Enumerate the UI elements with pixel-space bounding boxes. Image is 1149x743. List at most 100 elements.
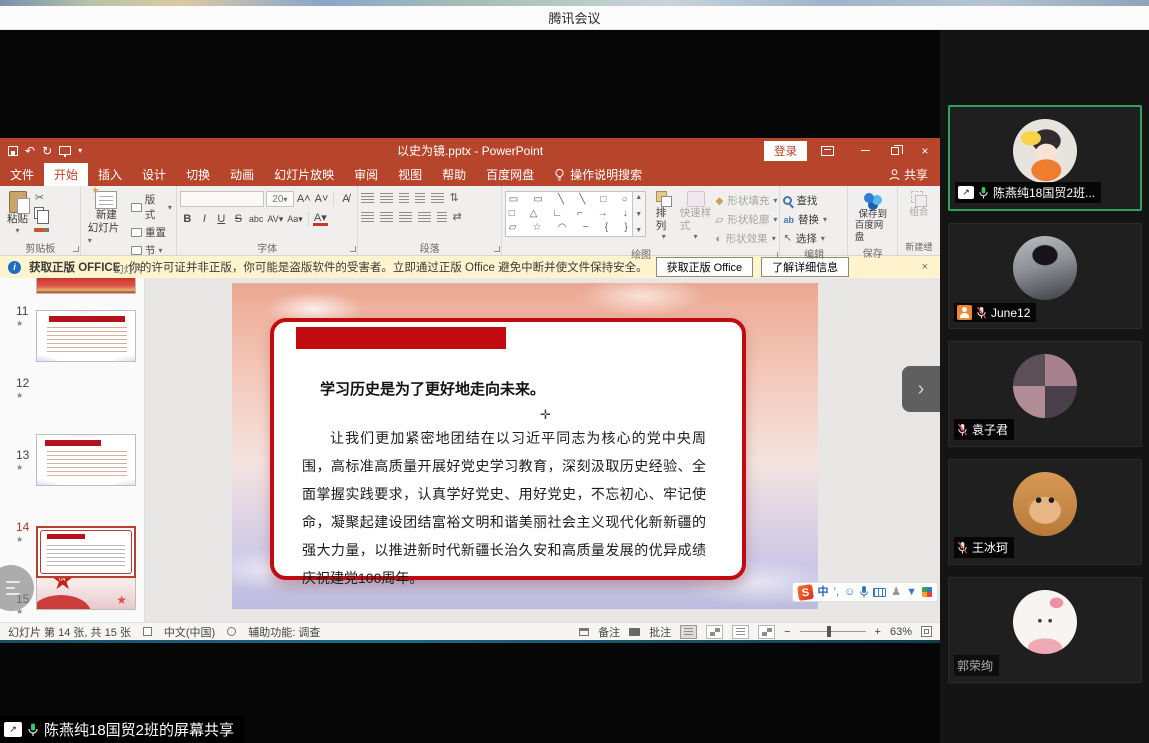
login-button[interactable]: 登录 (764, 141, 807, 161)
reading-view-button[interactable] (732, 625, 749, 639)
thumbnail-slide-12[interactable] (36, 434, 136, 486)
select-button[interactable]: ↖选择▾ (783, 231, 827, 246)
shapes-scroll-arrows[interactable]: ▲▼▼ (633, 191, 646, 237)
tab-help[interactable]: 帮助 (432, 163, 476, 186)
tab-home[interactable]: 开始 (44, 163, 88, 186)
save-to-netdisk-button[interactable]: 保存到 百度网盘 (851, 189, 895, 245)
smartart-convert-icon[interactable]: ⇄ (453, 211, 462, 223)
thumbnail-slide-11[interactable] (36, 310, 136, 362)
layout-button[interactable]: 版式▾ (131, 192, 172, 222)
paste-button[interactable]: 粘贴 ▾ (3, 189, 32, 237)
italic-button[interactable]: I (197, 213, 212, 225)
slide-title-bar-shape[interactable] (296, 327, 506, 349)
save-icon[interactable] (8, 146, 18, 156)
character-spacing-button[interactable]: AV▾ (266, 214, 284, 225)
zoom-slider[interactable] (800, 631, 866, 632)
warning-close-icon[interactable]: × (922, 261, 932, 273)
slide-body-text[interactable]: 让我们更加紧密地团结在以习近平同志为核心的党中央周围，高标准高质量开展好党史学习… (302, 424, 706, 592)
fit-slide-icon[interactable] (921, 626, 932, 637)
tell-me-search[interactable]: 操作说明搜索 (544, 163, 652, 186)
zoom-slider-thumb[interactable] (827, 626, 831, 637)
bullets-icon[interactable] (361, 193, 374, 203)
find-button[interactable]: 查找 (783, 193, 827, 208)
slide-sorter-view-button[interactable] (706, 625, 723, 639)
notes-toggle[interactable]: 备注 (598, 624, 620, 640)
tab-animations[interactable]: 动画 (220, 163, 264, 186)
share-button[interactable]: 共享 (877, 163, 940, 186)
ime-mode-indicator[interactable]: 中 (818, 587, 829, 598)
tab-design[interactable]: 设计 (132, 163, 176, 186)
line-spacing-icon[interactable] (431, 193, 444, 203)
reset-button[interactable]: 重置 (131, 225, 172, 240)
shape-fill-button[interactable]: ◆形状填充▾ (715, 193, 777, 208)
increase-font-icon[interactable]: A˄ (296, 193, 312, 205)
accessibility-status[interactable]: 辅助功能: 调查 (248, 624, 320, 640)
next-panel-arrow-button[interactable]: › (902, 366, 940, 412)
tab-transitions[interactable]: 切换 (176, 163, 220, 186)
participant-tile[interactable]: June12 (948, 223, 1142, 329)
shape-effects-button[interactable]: ◐形状效果▾ (715, 231, 777, 246)
bold-button[interactable]: B (180, 213, 195, 225)
zoom-in-icon[interactable]: + (875, 626, 881, 638)
clipboard-dialog-launcher-icon[interactable] (73, 246, 79, 252)
ime-grid-icon[interactable] (922, 587, 932, 597)
quick-styles-button[interactable]: 快速样式▾ (676, 189, 716, 244)
tab-slideshow[interactable]: 幻灯片放映 (264, 163, 344, 186)
change-case-button[interactable]: Aa▾ (286, 214, 304, 225)
align-right-icon[interactable] (399, 212, 412, 222)
align-left-icon[interactable] (361, 212, 374, 222)
justify-icon[interactable] (418, 212, 431, 222)
paragraph-dialog-launcher-icon[interactable] (494, 246, 500, 252)
shapes-gallery[interactable]: ▭▭╲╲□○ □△∟⌐→↓ ▱☆◠~{} (505, 191, 633, 237)
language-indicator[interactable]: 中文(中国) (164, 624, 215, 640)
tab-insert[interactable]: 插入 (88, 163, 132, 186)
shape-outline-button[interactable]: ▱形状轮廓▾ (715, 212, 777, 227)
numbering-icon[interactable] (380, 193, 393, 203)
slideshow-view-button[interactable] (758, 625, 775, 639)
replace-button[interactable]: ab替换▾ (783, 212, 827, 227)
copy-icon[interactable] (34, 207, 44, 219)
new-slide-button[interactable]: 新建 幻灯片 ▾ (84, 189, 129, 249)
restore-button[interactable] (880, 138, 910, 163)
slide-14[interactable]: 学习历史是为了更好地走向未来。 让我们更加紧密地团结在以习近平同志为核心的党中央… (232, 283, 818, 609)
font-name-select[interactable] (180, 191, 264, 207)
collapse-ribbon-icon[interactable]: ⌃ (926, 242, 934, 253)
format-painter-icon[interactable] (34, 228, 45, 232)
thumbnail-slide-14-selected[interactable] (36, 526, 136, 578)
zoom-level[interactable]: 63% (890, 626, 912, 638)
tab-baidu-netdisk[interactable]: 百度网盘 (476, 163, 544, 186)
clear-formatting-icon[interactable]: A̸ (338, 193, 353, 205)
cut-button[interactable]: ✂ (34, 192, 45, 204)
redo-icon[interactable]: ↻ (42, 145, 52, 157)
text-shadow-button[interactable]: abc (248, 214, 265, 224)
undo-icon[interactable]: ↶ (25, 145, 35, 157)
ime-punctuation-icon[interactable]: ’, (834, 587, 840, 598)
font-dialog-launcher-icon[interactable] (350, 246, 356, 252)
minimize-button[interactable] (850, 138, 880, 163)
align-center-icon[interactable] (380, 212, 393, 222)
underline-button[interactable]: U (214, 213, 229, 225)
zoom-out-icon[interactable]: − (784, 626, 790, 638)
section-button[interactable]: 节▾ (131, 243, 172, 258)
comments-toggle[interactable]: 批注 (649, 624, 671, 640)
ime-voice-icon[interactable] (860, 586, 868, 598)
slide-heading[interactable]: 学习历史是为了更好地走向未来。 (320, 378, 545, 399)
tab-file[interactable]: 文件 (0, 163, 44, 186)
columns-icon[interactable] (437, 212, 447, 222)
participant-tile[interactable]: 郭荣绚 (948, 577, 1142, 683)
participant-tile[interactable]: ↗ 陈燕纯18国贸2班... (948, 105, 1142, 211)
increase-indent-icon[interactable] (415, 193, 425, 203)
close-button[interactable]: × (910, 138, 940, 163)
ribbon-display-options-icon[interactable] (821, 146, 834, 156)
sogou-ime-toolbar[interactable]: S 中 ’, ☺ ♟ ▼ (792, 582, 939, 602)
decrease-indent-icon[interactable] (399, 193, 409, 203)
slide-editing-canvas[interactable]: 学习历史是为了更好地走向未来。 让我们更加紧密地团结在以习近平同志为核心的党中央… (145, 278, 940, 622)
ime-emoji-icon[interactable]: ☺ (844, 587, 855, 598)
participant-tile[interactable]: 王冰珂 (948, 459, 1142, 565)
participant-tile[interactable]: 袁子君 (948, 341, 1142, 447)
group-shapes-button[interactable]: 组合 (905, 189, 932, 220)
ime-tools-icon[interactable]: ♟ (891, 587, 901, 598)
start-slideshow-icon[interactable] (59, 146, 71, 155)
font-size-select[interactable]: 20 ▾ (266, 191, 294, 207)
slide-text-card[interactable]: 学习历史是为了更好地走向未来。 让我们更加紧密地团结在以习近平同志为核心的党中央… (270, 318, 746, 580)
